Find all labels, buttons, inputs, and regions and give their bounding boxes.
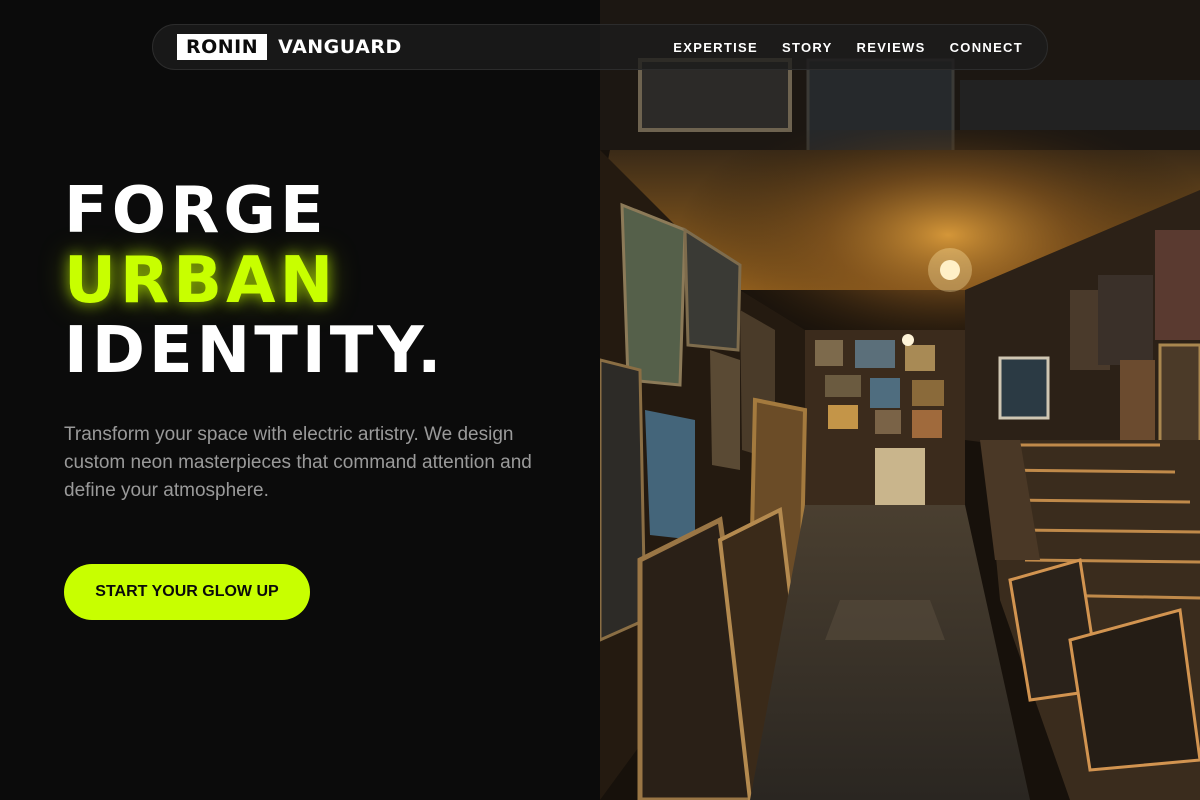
hero-image	[600, 0, 1200, 800]
hero-title-line-3: IDENTITY.	[64, 314, 446, 388]
hero-left-panel	[0, 0, 600, 800]
nav-link-connect[interactable]: CONNECT	[950, 40, 1023, 55]
hero-title-line-2-accent: URBAN	[64, 244, 338, 318]
nav-links: EXPERTISE STORY REVIEWS CONNECT	[673, 40, 1023, 55]
top-nav-bar: RONIN VANGUARD EXPERTISE STORY REVIEWS C…	[152, 24, 1048, 70]
hero-subtitle: Transform your space with electric artis…	[64, 424, 532, 501]
nav-link-expertise[interactable]: EXPERTISE	[673, 40, 758, 55]
brand-logo-box: RONIN	[177, 34, 268, 60]
hero-title-line-1: FORGE	[64, 174, 328, 248]
brand-logo-text: VANGUARD	[278, 36, 402, 58]
nav-link-reviews[interactable]: REVIEWS	[857, 40, 926, 55]
hero-title: FORGE URBAN IDENTITY.	[64, 176, 445, 386]
nav-link-story[interactable]: STORY	[782, 40, 833, 55]
brand-logo[interactable]: RONIN VANGUARD	[177, 34, 402, 60]
start-glow-up-button[interactable]: START YOUR GLOW UP	[64, 564, 310, 620]
